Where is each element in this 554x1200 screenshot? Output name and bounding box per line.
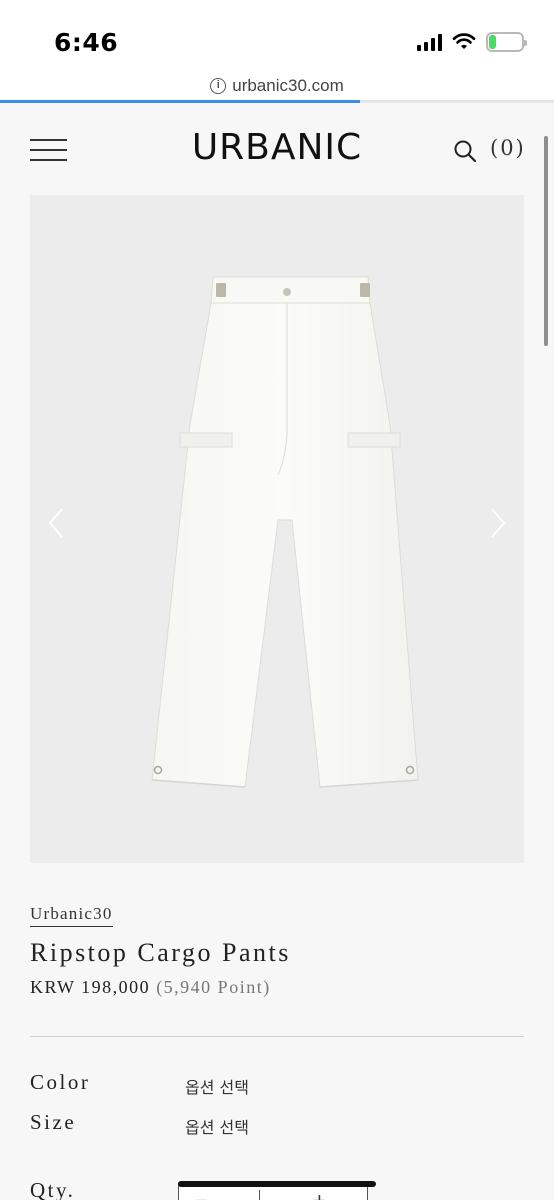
- scrollbar[interactable]: [544, 136, 548, 346]
- status-bar: 6:46 21: [0, 0, 554, 80]
- battery-level: 21: [497, 34, 513, 49]
- qty-increase-button[interactable]: +: [313, 1188, 326, 1200]
- url-bar[interactable]: i urbanic30.com: [0, 70, 554, 102]
- product-title: Ripstop Cargo Pants: [30, 938, 291, 967]
- cart-count[interactable]: (0): [490, 136, 526, 160]
- status-icons: 21: [417, 32, 527, 52]
- battery-icon: 21: [486, 32, 527, 52]
- wifi-icon: [452, 33, 476, 49]
- size-select[interactable]: 옵션 선택: [185, 1114, 249, 1138]
- chevron-left-icon[interactable]: [44, 505, 68, 541]
- signal-icon: [417, 33, 442, 51]
- url-text[interactable]: urbanic30.com: [232, 76, 344, 96]
- qty-divider: [259, 1190, 260, 1200]
- divider: [30, 1036, 524, 1037]
- chevron-right-icon[interactable]: [486, 505, 510, 541]
- product-image[interactable]: [30, 195, 524, 863]
- info-icon[interactable]: i: [210, 78, 227, 94]
- price-row: KRW 198,000 (5,940 Point): [30, 977, 271, 998]
- color-label: Color: [30, 1070, 91, 1094]
- status-time: 6:46: [54, 28, 119, 57]
- qty-label: Qty.: [30, 1178, 76, 1200]
- size-label: Size: [30, 1110, 77, 1134]
- product-price: KRW 198,000: [30, 977, 151, 997]
- home-indicator[interactable]: [178, 1181, 376, 1187]
- product-points: (5,940 Point): [156, 977, 271, 997]
- site-header: URBANIC (0): [0, 103, 554, 193]
- brand-link[interactable]: Urbanic30: [30, 904, 113, 927]
- pants-illustration: [151, 276, 419, 788]
- color-select[interactable]: 옵션 선택: [185, 1074, 249, 1098]
- qty-decrease-button[interactable]: −: [195, 1188, 208, 1200]
- search-icon[interactable]: [453, 139, 477, 163]
